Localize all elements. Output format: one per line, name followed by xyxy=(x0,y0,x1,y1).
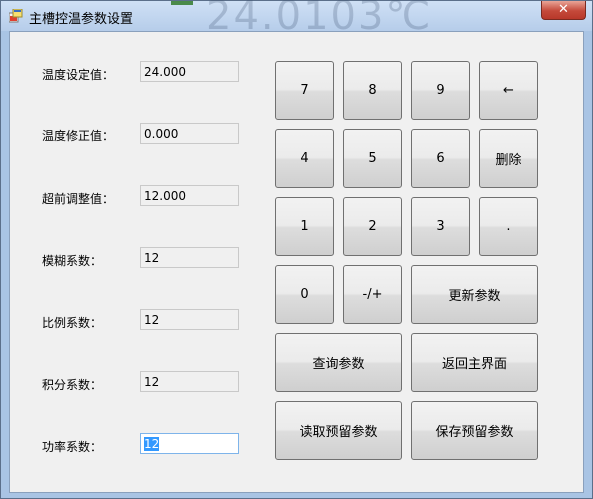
label-fuzzy-coefficient: 模糊系数： xyxy=(42,254,103,268)
return-main-button[interactable]: 返回主界面 xyxy=(411,333,538,392)
proportional-coefficient-field[interactable]: 12 xyxy=(140,309,239,330)
label-integral-coefficient: 积分系数： xyxy=(42,378,103,392)
label-temperature-setpoint: 温度设定值： xyxy=(42,68,115,82)
query-parameters-button[interactable]: 查询参数 xyxy=(275,333,402,392)
integral-coefficient-field[interactable]: 12 xyxy=(140,371,239,392)
temperature-correction-field[interactable]: 0.000 xyxy=(140,123,239,144)
key-7-button[interactable]: 7 xyxy=(275,61,334,120)
app-icon xyxy=(9,9,23,23)
key-1-button[interactable]: 1 xyxy=(275,197,334,256)
close-icon: ✕ xyxy=(558,2,569,17)
key-4-button[interactable]: 4 xyxy=(275,129,334,188)
label-proportional-coefficient: 比例系数： xyxy=(42,316,103,330)
key-6-button[interactable]: 6 xyxy=(411,129,470,188)
fuzzy-coefficient-field[interactable]: 12 xyxy=(140,247,239,268)
lead-adjustment-field[interactable]: 12.000 xyxy=(140,185,239,206)
sign-toggle-button[interactable]: -/+ xyxy=(343,265,402,324)
update-parameters-button[interactable]: 更新参数 xyxy=(411,265,538,324)
key-3-button[interactable]: 3 xyxy=(411,197,470,256)
power-coefficient-field[interactable]: 12 xyxy=(140,433,239,454)
read-preset-parameters-button[interactable]: 读取预留参数 xyxy=(275,401,402,460)
label-power-coefficient: 功率系数： xyxy=(42,440,103,454)
label-temperature-correction: 温度修正值： xyxy=(42,129,115,143)
client-area: 温度设定值： 24.000 温度修正值： 0.000 超前调整值： 12.000… xyxy=(9,31,584,493)
settings-window: 24.0103℃ 主槽控温参数设置 ✕ 温度设定值： 24.000 温度修正值：… xyxy=(0,0,593,499)
key-9-button[interactable]: 9 xyxy=(411,61,470,120)
key-5-button[interactable]: 5 xyxy=(343,129,402,188)
label-lead-adjustment: 超前调整值： xyxy=(42,192,115,206)
window-title: 主槽控温参数设置 xyxy=(29,12,134,27)
selected-text: 12 xyxy=(144,437,160,451)
title-bar[interactable]: 24.0103℃ 主槽控温参数设置 ✕ xyxy=(1,0,592,39)
key-2-button[interactable]: 2 xyxy=(343,197,402,256)
backspace-button[interactable]: ← xyxy=(479,61,538,120)
key-8-button[interactable]: 8 xyxy=(343,61,402,120)
temperature-setpoint-field[interactable]: 24.000 xyxy=(140,61,239,82)
background-status-bar xyxy=(171,1,193,5)
close-button[interactable]: ✕ xyxy=(541,1,586,20)
decimal-point-button[interactable]: . xyxy=(479,197,538,256)
save-preset-parameters-button[interactable]: 保存预留参数 xyxy=(411,401,538,460)
delete-button[interactable]: 删除 xyxy=(479,129,538,188)
key-0-button[interactable]: 0 xyxy=(275,265,334,324)
